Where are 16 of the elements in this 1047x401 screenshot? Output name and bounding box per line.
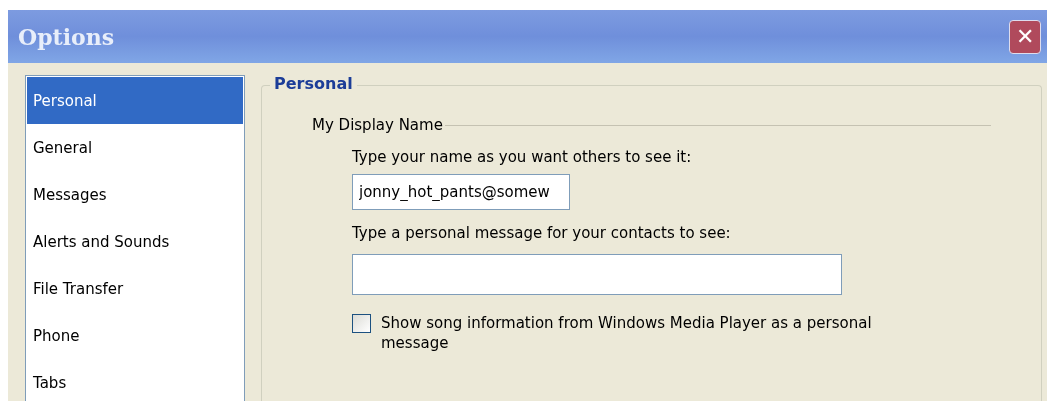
section-label: My Display Name [312,116,443,134]
close-button[interactable]: ✕ [1009,19,1041,54]
sidebar-item[interactable]: General [27,124,243,171]
sidebar-item[interactable]: Phone [27,312,243,359]
field-label: Type your name as you want others to see it: [352,148,693,166]
name-field[interactable]: jonny_hot_pants@somew [352,174,570,210]
checkbox[interactable] [352,314,371,333]
sidebar-item[interactable]: Personal [27,77,243,124]
field-label: Type a personal message for your contacts to see: [352,224,732,242]
sidebar-item[interactable]: Tabs [27,359,243,401]
sidebar-item[interactable]: Alerts and Sounds [27,218,243,265]
window-title: Options [18,23,115,50]
message-field[interactable] [352,254,842,295]
sidebar-item[interactable]: File Transfer [27,265,243,312]
sidebar-item[interactable]: Messages [27,171,243,218]
checkbox-label: Show song information from Windows Media Player as a personal message [381,313,873,353]
